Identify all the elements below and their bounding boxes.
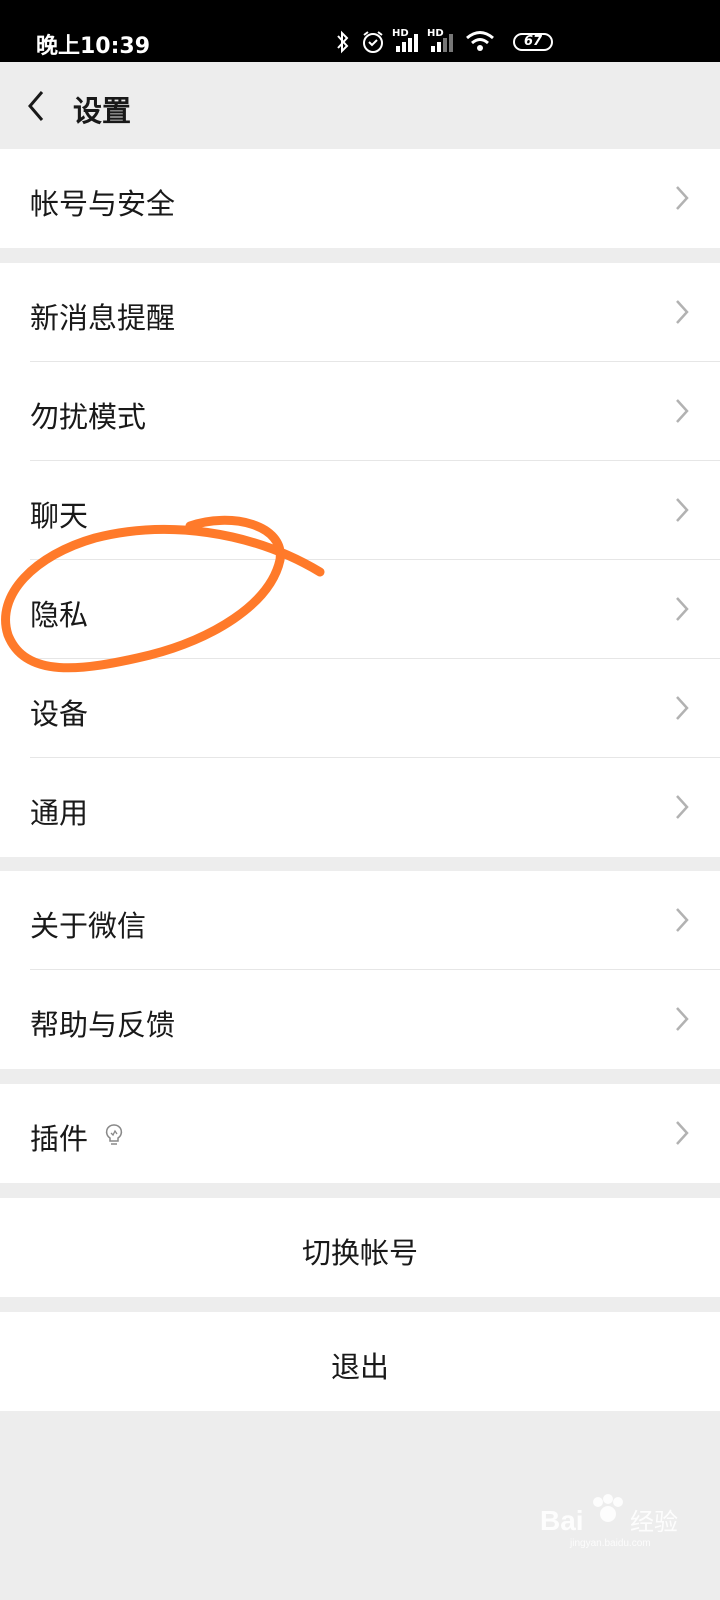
settings-item-help-feedback[interactable]: 帮助与反馈	[0, 970, 720, 1069]
chevron-right-icon	[676, 597, 689, 621]
chevron-right-icon	[676, 795, 689, 819]
settings-group-account: 帐号与安全	[0, 149, 720, 248]
settings-item-label: 新消息提醒	[30, 301, 176, 335]
page-title: 设置	[73, 94, 132, 128]
chevron-left-icon[interactable]	[22, 88, 52, 124]
svg-text:jingyan.baidu.com: jingyan.baidu.com	[569, 1538, 651, 1549]
chevron-right-icon	[676, 300, 689, 324]
battery-indicator: 67	[513, 33, 553, 51]
settings-item-chat[interactable]: 聊天	[0, 461, 720, 560]
chevron-right-icon	[676, 186, 689, 210]
settings-item-general[interactable]: 通用	[0, 758, 720, 857]
settings-item-privacy[interactable]: 隐私	[0, 560, 720, 659]
settings-item-label: 通用	[30, 796, 89, 830]
settings-item-label: 插件	[30, 1122, 89, 1156]
chevron-right-icon	[676, 399, 689, 423]
settings-group-plugins: 插件	[0, 1084, 720, 1183]
status-bar: 晚上10:39 HD HD 67	[0, 0, 720, 62]
settings-item-devices[interactable]: 设备	[0, 659, 720, 758]
settings-item-do-not-disturb[interactable]: 勿扰模式	[0, 362, 720, 461]
logout-label: 退出	[330, 1350, 389, 1384]
settings-item-label: 关于微信	[30, 909, 147, 943]
signal-icon	[396, 34, 418, 52]
settings-item-label: 设备	[30, 697, 89, 731]
alarm-icon	[363, 31, 383, 53]
chevron-right-icon	[676, 908, 689, 932]
lightbulb-icon	[105, 1124, 123, 1145]
signal-icon-2	[431, 34, 453, 52]
logout-group: 退出	[0, 1312, 720, 1411]
svg-text:经验: 经验	[630, 1508, 678, 1536]
settings-group-about: 关于微信 帮助与反馈	[0, 871, 720, 1069]
wifi-icon	[466, 31, 494, 51]
watermark-logo: Bai 经验 jingyan.baidu.com	[540, 1494, 678, 1549]
switch-account-button[interactable]: 切换帐号	[0, 1198, 720, 1297]
settings-item-label: 帐号与安全	[30, 187, 176, 221]
settings-item-label: 聊天	[30, 499, 89, 533]
settings-item-plugins[interactable]: 插件	[0, 1084, 720, 1183]
chevron-right-icon	[676, 1121, 689, 1145]
settings-item-label: 勿扰模式	[30, 400, 147, 434]
settings-item-label: 帮助与反馈	[30, 1008, 176, 1042]
settings-item-about-wechat[interactable]: 关于微信	[0, 871, 720, 970]
settings-item-label: 隐私	[30, 598, 89, 632]
settings-item-new-message-alert[interactable]: 新消息提醒	[0, 263, 720, 362]
chevron-right-icon	[676, 1007, 689, 1031]
bluetooth-icon	[337, 30, 349, 54]
settings-group-general: 新消息提醒 勿扰模式 聊天 隐私 设备 通用	[0, 263, 720, 857]
switch-account-label: 切换帐号	[301, 1236, 418, 1270]
chevron-right-icon	[676, 696, 689, 720]
chevron-right-icon	[676, 498, 689, 522]
settings-item-account-security[interactable]: 帐号与安全	[0, 149, 720, 248]
status-time: 晚上10:39	[36, 34, 151, 59]
switch-account-group: 切换帐号	[0, 1198, 720, 1297]
nav-bar: 设置	[0, 62, 720, 151]
battery-level: 67	[523, 34, 543, 49]
svg-text:Bai: Bai	[540, 1505, 584, 1536]
logout-button[interactable]: 退出	[0, 1312, 720, 1411]
